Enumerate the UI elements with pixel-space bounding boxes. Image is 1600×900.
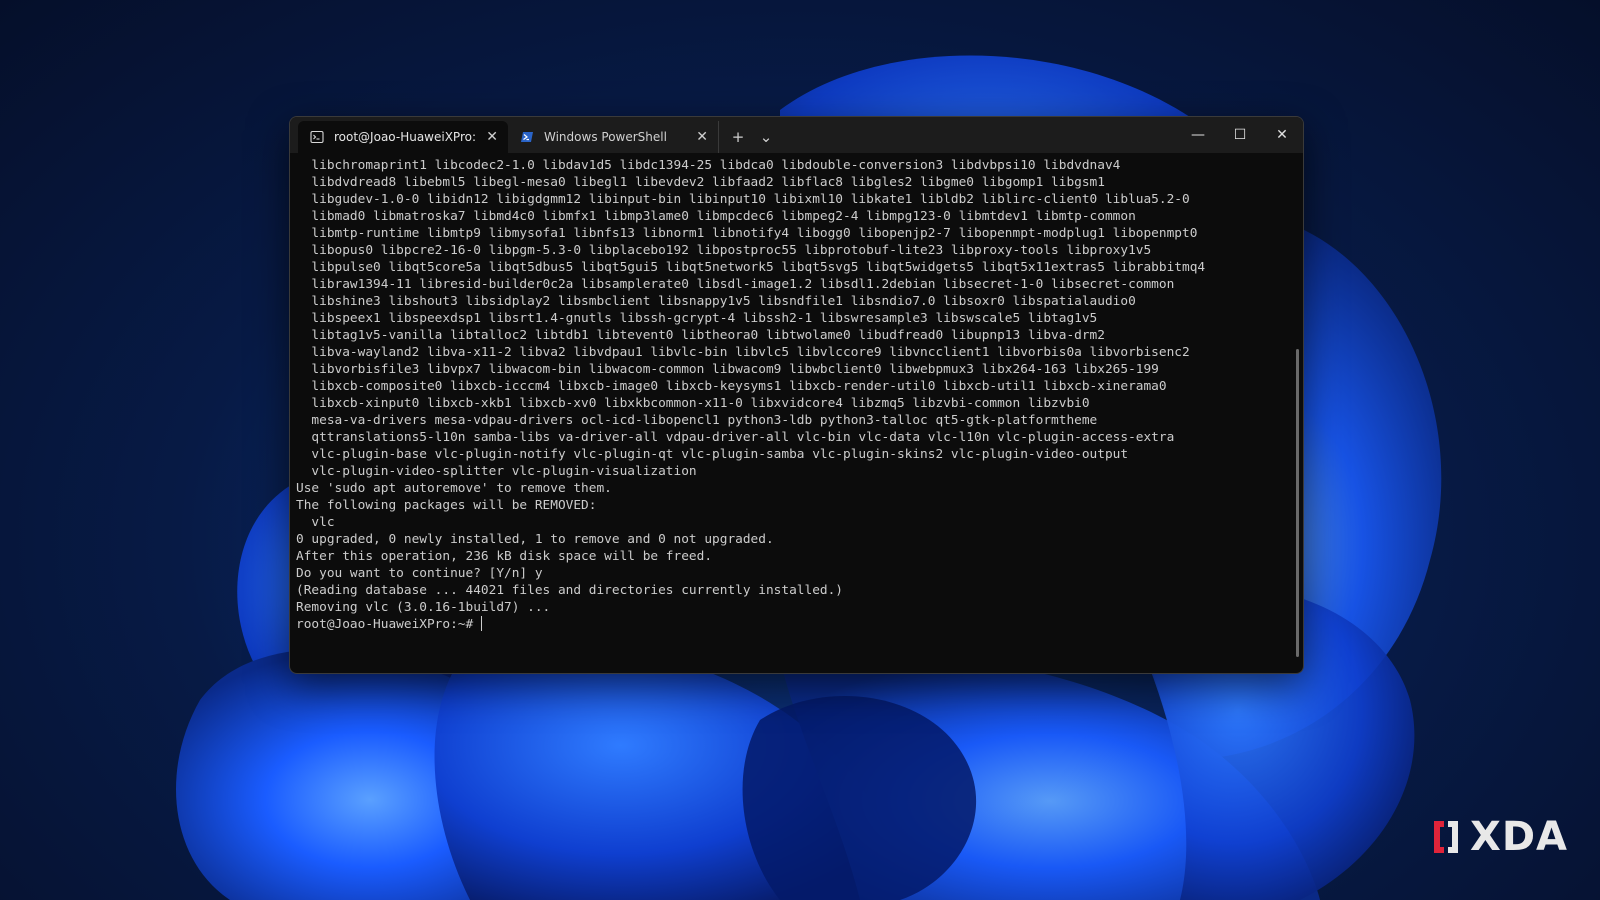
xda-watermark: XDA	[1430, 814, 1568, 860]
console-line: 0 upgraded, 0 newly installed, 1 to remo…	[296, 532, 774, 547]
console-line: Removing vlc (3.0.16-1build7) ...	[296, 600, 551, 615]
console-line: libspeex1 libspeexdsp1 libsrt1.4-gnutls …	[296, 311, 1098, 326]
console-line: qttranslations5-l10n samba-libs va-drive…	[296, 430, 1175, 445]
minimize-icon[interactable]: —	[1177, 117, 1219, 153]
tab-powershell[interactable]: Windows PowerShell ✕	[508, 121, 718, 153]
console-line: libraw1394-11 libresid-builder0c2a libsa…	[296, 277, 1175, 292]
console-line: libgudev-1.0-0 libidn12 libigdgmm12 libi…	[296, 192, 1190, 207]
console-line: The following packages will be REMOVED:	[296, 498, 597, 513]
console-line: libxcb-composite0 libxcb-icccm4 libxcb-i…	[296, 379, 1167, 394]
terminal-output[interactable]: libchromaprint1 libcodec2-1.0 libdav1d5 …	[290, 153, 1303, 673]
xda-logo-text: XDA	[1470, 814, 1568, 860]
tab-ubuntu[interactable]: root@Joao-HuaweiXPro: ~ ✕	[298, 121, 508, 153]
tab-close-icon[interactable]: ✕	[486, 129, 498, 145]
console-line: Use 'sudo apt autoremove' to remove them…	[296, 481, 612, 496]
console-line: libxcb-xinput0 libxcb-xkb1 libxcb-xv0 li…	[296, 396, 1090, 411]
tab-title: Windows PowerShell	[544, 130, 667, 144]
tab-title: root@Joao-HuaweiXPro: ~	[334, 130, 477, 144]
console-line: libvorbisfile3 libvpx7 libwacom-bin libw…	[296, 362, 1159, 377]
console-line: After this operation, 236 kB disk space …	[296, 549, 713, 564]
console-line: (Reading database ... 44021 files and di…	[296, 583, 844, 598]
console-line: vlc-plugin-video-splitter vlc-plugin-vis…	[296, 464, 697, 479]
powershell-icon	[521, 132, 533, 142]
console-line: libmad0 libmatroska7 libmd4c0 libmfx1 li…	[296, 209, 1136, 224]
console-line: libdvdread8 libebml5 libegl-mesa0 libegl…	[296, 175, 1105, 190]
chevron-down-icon[interactable]: ⌄	[753, 128, 779, 146]
tab-actions: + ⌄	[718, 121, 779, 153]
console-line: libpulse0 libqt5core5a libqt5dbus5 libqt…	[296, 260, 1206, 275]
console-line: libopus0 libpcre2-16-0 libpgm-5.3-0 libp…	[296, 243, 1152, 258]
tab-close-icon[interactable]: ✕	[696, 129, 708, 145]
console-line: Do you want to continue? [Y/n] y	[296, 566, 543, 581]
console-line: libmtp-runtime libmtp9 libmysofa1 libnfs…	[296, 226, 1198, 241]
console-line: mesa-va-drivers mesa-vdpau-drivers ocl-i…	[296, 413, 1098, 428]
close-icon[interactable]: ✕	[1261, 117, 1303, 153]
terminal-titlebar[interactable]: root@Joao-HuaweiXPro: ~ ✕ Windows PowerS…	[290, 117, 1303, 153]
linux-terminal-icon	[310, 130, 324, 144]
windows-terminal-window: root@Joao-HuaweiXPro: ~ ✕ Windows PowerS…	[289, 116, 1304, 674]
console-line: libshine3 libshout3 libsidplay2 libsmbcl…	[296, 294, 1136, 309]
text-cursor	[480, 616, 482, 631]
new-tab-icon[interactable]: +	[725, 128, 751, 146]
xda-bracket-icon	[1434, 821, 1458, 853]
console-line: root@Joao-HuaweiXPro:~#	[296, 616, 482, 632]
console-line: vlc	[296, 515, 335, 530]
console-line: libchromaprint1 libcodec2-1.0 libdav1d5 …	[296, 158, 1121, 173]
console-line: vlc-plugin-base vlc-plugin-notify vlc-pl…	[296, 447, 1129, 462]
window-controls: — ☐ ✕	[1177, 117, 1303, 153]
console-line: libtag1v5-vanilla libtalloc2 libtdb1 lib…	[296, 328, 1105, 343]
console-line: libva-wayland2 libva-x11-2 libva2 libvdp…	[296, 345, 1190, 360]
maximize-icon[interactable]: ☐	[1219, 117, 1261, 153]
scrollbar[interactable]	[1296, 349, 1299, 657]
